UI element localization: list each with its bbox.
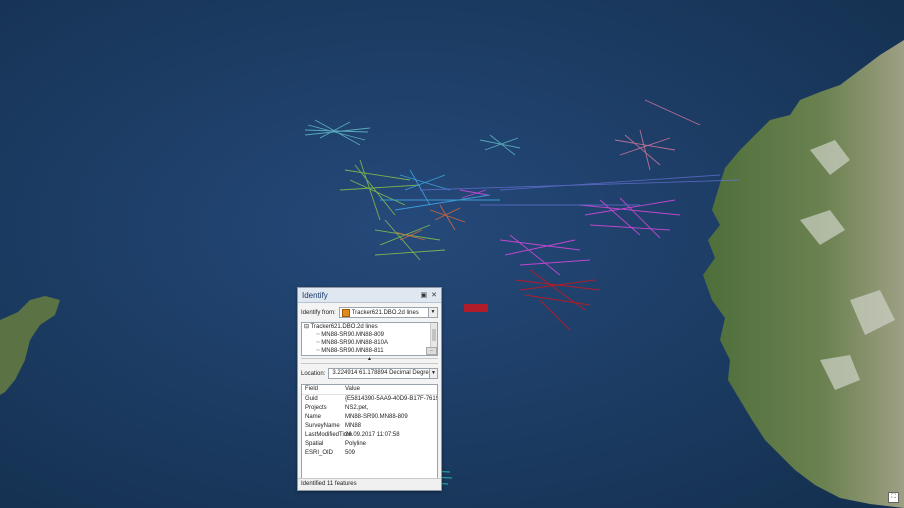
table-header: Field Value xyxy=(302,385,437,395)
identify-title-bar[interactable]: Identify ▣ ✕ xyxy=(298,288,441,303)
table-row[interactable]: Guid{E5814390-5AA9-40D9-B17F-7619143988 xyxy=(302,395,437,404)
identify-window[interactable]: Identify ▣ ✕ Identify from: Tracker621.D… xyxy=(297,287,442,491)
location-field[interactable]: 3.224914 61.178894 Decimal Degrees ▼ xyxy=(328,368,438,379)
table-row[interactable]: Projects NS2.pet, xyxy=(302,404,437,413)
tree-root[interactable]: ⊟ Tracker621.DBO.2d lines xyxy=(302,323,437,331)
close-icon[interactable]: ✕ xyxy=(431,291,437,299)
identify-title: Identify xyxy=(302,290,328,300)
pin-icon[interactable]: ▣ xyxy=(421,291,428,299)
status-bar: Identified 11 features xyxy=(298,478,441,490)
attributes-table[interactable]: Field Value Guid {E5814390-5AA9-40D9-B17F… xyxy=(301,384,438,490)
layer-icon xyxy=(341,308,350,317)
table-row[interactable]: Spatial Polyline xyxy=(302,440,437,449)
table-row[interactable]: SurveyName MN88 xyxy=(302,422,437,431)
identify-from-dropdown[interactable]: Tracker621.DBO.2d lines ▼ xyxy=(338,307,438,318)
identify-from-value: Tracker621.DBO.2d lines xyxy=(351,309,419,316)
identify-from-row: Identify from: Tracker621.DBO.2d lines ▼ xyxy=(298,303,441,320)
map-navigator-icon[interactable]: ⛶ xyxy=(888,492,899,503)
tree-item[interactable]: ┈ MN88-SR90.MN88-809 xyxy=(302,331,437,339)
table-row[interactable]: ESRI_OID 509 xyxy=(302,449,437,458)
map-canvas[interactable] xyxy=(0,0,904,508)
location-label: Location: xyxy=(301,370,326,377)
results-tree[interactable]: ⊟ Tracker621.DBO.2d lines ┈ MN88-SR90.MN… xyxy=(301,322,438,356)
tree-item[interactable]: ┈ MN88-SR90.MN88-810A xyxy=(302,339,437,347)
tree-expand-icon[interactable]: ⋯ xyxy=(426,347,437,355)
tree-item[interactable]: ┈ MN88-SR90.MN88-811 xyxy=(302,347,437,355)
chevron-down-icon[interactable]: ▼ xyxy=(428,308,437,317)
panel-splitter[interactable]: ▲ xyxy=(301,356,438,364)
chevron-down-icon[interactable]: ▼ xyxy=(429,369,437,378)
table-row[interactable]: Name MN88-SR90.MN88-809 xyxy=(302,413,437,422)
identify-from-label: Identify from: xyxy=(301,309,336,316)
location-row: Location: 3.224914 61.178894 Decimal Deg… xyxy=(298,366,441,381)
table-row[interactable]: LastModifiedTime 26.09.2017 11:07:58 xyxy=(302,431,437,440)
